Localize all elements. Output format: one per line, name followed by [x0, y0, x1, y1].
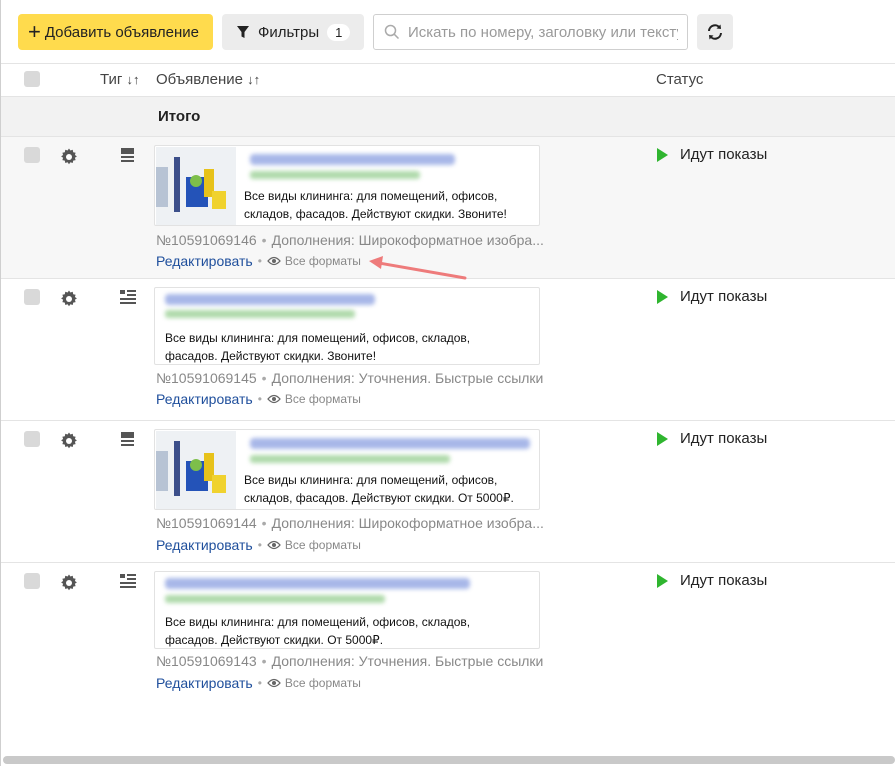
play-icon: [657, 147, 668, 162]
search-input[interactable]: [408, 23, 678, 41]
eye-icon: [267, 678, 281, 688]
status-text: Идут показы: [680, 430, 768, 447]
blurred-title: [165, 294, 375, 305]
funnel-icon: [237, 26, 249, 38]
sort-arrows-icon[interactable]: ↓↑: [247, 72, 260, 87]
image-ad-icon: [121, 148, 134, 162]
ad-actions: Редактировать • Все форматы: [156, 253, 361, 269]
play-icon: [657, 431, 668, 446]
status-cell: Идут показы: [657, 572, 767, 589]
filters-count-badge: 1: [327, 23, 351, 41]
blurred-url: [250, 455, 450, 463]
all-formats-link[interactable]: Все форматы: [267, 676, 361, 690]
annotation-arrow-icon: [369, 256, 467, 280]
filters-label: Фильтры: [258, 23, 320, 41]
status-text: Идут показы: [680, 572, 768, 589]
play-icon: [657, 289, 668, 304]
ad-actions: Редактировать • Все форматы: [156, 537, 361, 553]
ad-meta: №10591069146 • Дополнения: Широкоформатное…: [156, 232, 544, 248]
image-ad-icon: [121, 432, 134, 446]
column-ad-header[interactable]: Объявление ↓↑: [156, 71, 260, 88]
text-ad-icon: [120, 574, 136, 588]
ad-number: №10591069146: [156, 232, 257, 248]
blurred-title: [165, 578, 470, 589]
table-row: Все виды клининга: для помещений, офисов…: [1, 279, 895, 421]
horizontal-scrollbar[interactable]: [3, 756, 895, 764]
row-checkbox[interactable]: [24, 573, 40, 589]
status-text: Идут показы: [680, 146, 768, 163]
all-formats-link[interactable]: Все форматы: [267, 538, 361, 552]
cleaning-supplies-image: [156, 431, 236, 509]
sort-arrows-icon[interactable]: ↓↑: [127, 72, 140, 87]
ad-meta: №10591069143 • Дополнения: Уточнения. Быст…: [156, 653, 544, 669]
ad-actions: Редактировать • Все форматы: [156, 391, 361, 407]
ad-thumbnail: [156, 147, 236, 225]
table-header: Тиг ↓↑ Объявление ↓↑ Статус: [1, 63, 895, 97]
ad-number: №10591069144: [156, 515, 257, 531]
text-ad-icon: [120, 290, 136, 304]
ad-actions: Редактировать • Все форматы: [156, 675, 361, 691]
add-ad-button[interactable]: + Добавить объявление: [18, 14, 213, 50]
status-text: Идут показы: [680, 288, 768, 305]
row-checkbox[interactable]: [24, 147, 40, 163]
ad-extras: Дополнения: Широкоформатное изобра...: [271, 515, 544, 531]
ad-thumbnail: [156, 431, 236, 509]
ad-description: Все виды клининга: для помещений, офисов…: [244, 473, 514, 505]
refresh-icon: [708, 24, 722, 40]
add-ad-label: Добавить объявление: [44, 23, 199, 41]
row-checkbox[interactable]: [24, 431, 40, 447]
table-row: Все виды клининга: для помещений, офисов…: [1, 563, 895, 713]
ad-number: №10591069145: [156, 370, 257, 386]
ad-preview-card[interactable]: Все виды клининга: для помещений, офисов…: [154, 145, 540, 226]
search-icon: [384, 24, 400, 40]
ad-description: Все виды клининга: для помещений, офисов…: [165, 331, 471, 363]
status-cell: Идут показы: [657, 430, 767, 447]
eye-icon: [267, 256, 281, 266]
blurred-title: [250, 154, 455, 165]
blurred-title: [250, 438, 530, 449]
ad-preview-card[interactable]: Все виды клининга: для помещений, офисов…: [154, 429, 540, 510]
gear-icon[interactable]: [59, 573, 79, 593]
ad-description: Все виды клининга: для помещений, офисов…: [244, 189, 507, 221]
refresh-button[interactable]: [697, 14, 733, 50]
ad-preview-card[interactable]: Все виды клининга: для помещений, офисов…: [154, 571, 540, 649]
toolbar: + Добавить объявление Фильтры 1: [0, 0, 895, 63]
column-status-header: Статус: [656, 71, 704, 88]
edit-link[interactable]: Редактировать: [156, 675, 253, 691]
row-checkbox[interactable]: [24, 289, 40, 305]
total-label: Итого: [158, 108, 201, 125]
edit-link[interactable]: Редактировать: [156, 253, 253, 269]
ad-meta: №10591069145 • Дополнения: Уточнения. Быст…: [156, 370, 544, 386]
ad-extras: Дополнения: Уточнения. Быстрые ссылки: [271, 653, 544, 669]
ad-preview-card[interactable]: Все виды клининга: для помещений, офисов…: [154, 287, 540, 365]
total-row: Итого: [1, 97, 895, 137]
ad-extras: Дополнения: Уточнения. Быстрые ссылки: [271, 370, 544, 386]
ad-number: №10591069143: [156, 653, 257, 669]
blurred-url: [165, 595, 385, 603]
eye-icon: [267, 540, 281, 550]
gear-icon[interactable]: [59, 289, 79, 309]
gear-icon[interactable]: [59, 147, 79, 167]
filters-button[interactable]: Фильтры 1: [222, 14, 364, 50]
edit-link[interactable]: Редактировать: [156, 537, 253, 553]
blurred-url: [250, 171, 420, 179]
play-icon: [657, 573, 668, 588]
all-formats-link[interactable]: Все форматы: [267, 392, 361, 406]
edit-link[interactable]: Редактировать: [156, 391, 253, 407]
ad-meta: №10591069144 • Дополнения: Широкоформатное…: [156, 515, 544, 531]
table-row: Все виды клининга: для помещений, офисов…: [1, 421, 895, 563]
column-type-header[interactable]: Тиг ↓↑: [100, 71, 140, 88]
ad-extras: Дополнения: Широкоформатное изобра...: [271, 232, 544, 248]
all-formats-link[interactable]: Все форматы: [267, 254, 361, 268]
gear-icon[interactable]: [59, 431, 79, 451]
select-all-checkbox[interactable]: [24, 71, 40, 87]
ad-description: Все виды клининга: для помещений, офисов…: [165, 615, 471, 647]
cleaning-supplies-image: [156, 147, 236, 225]
search-box[interactable]: [373, 14, 688, 50]
plus-icon: +: [28, 19, 41, 44]
blurred-url: [165, 310, 355, 318]
eye-icon: [267, 394, 281, 404]
status-cell: Идут показы: [657, 146, 767, 163]
status-cell: Идут показы: [657, 288, 767, 305]
